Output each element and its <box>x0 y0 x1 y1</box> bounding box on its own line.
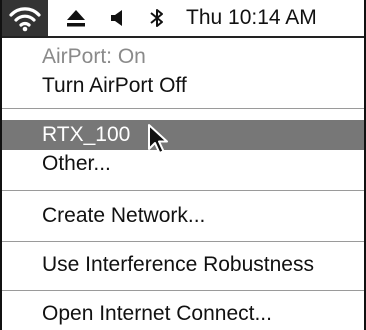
turn-airport-off-item[interactable]: Turn AirPort Off <box>2 71 364 101</box>
mouse-pointer-icon <box>148 124 168 154</box>
create-network-item[interactable]: Create Network... <box>2 201 364 231</box>
menu-separator <box>2 241 364 242</box>
open-internet-connect-item[interactable]: Open Internet Connect... <box>2 299 364 329</box>
screen-frame: Thu 10:14 AM AirPort: On Turn AirPort Of… <box>0 0 366 330</box>
airport-status-item: AirPort: On <box>42 45 146 68</box>
menu-separator <box>2 108 364 109</box>
menu-separator <box>2 190 364 191</box>
airport-menu-extra[interactable] <box>2 0 48 36</box>
eject-menu-extra[interactable] <box>64 0 88 36</box>
network-item-rtx-100[interactable]: RTX_100 <box>2 120 364 150</box>
bluetooth-icon <box>150 9 163 27</box>
menu-separator <box>2 290 364 291</box>
bluetooth-menu-extra[interactable] <box>145 0 169 36</box>
volume-icon <box>111 10 122 26</box>
interference-robustness-item[interactable]: Use Interference Robustness <box>2 250 364 280</box>
network-item-other[interactable]: Other... <box>2 149 364 179</box>
menu-bar-clock[interactable]: Thu 10:14 AM <box>186 0 362 36</box>
eject-icon <box>67 10 85 27</box>
menu-bar: Thu 10:14 AM <box>2 0 364 38</box>
wifi-icon <box>9 7 41 32</box>
volume-menu-extra[interactable] <box>106 0 130 36</box>
